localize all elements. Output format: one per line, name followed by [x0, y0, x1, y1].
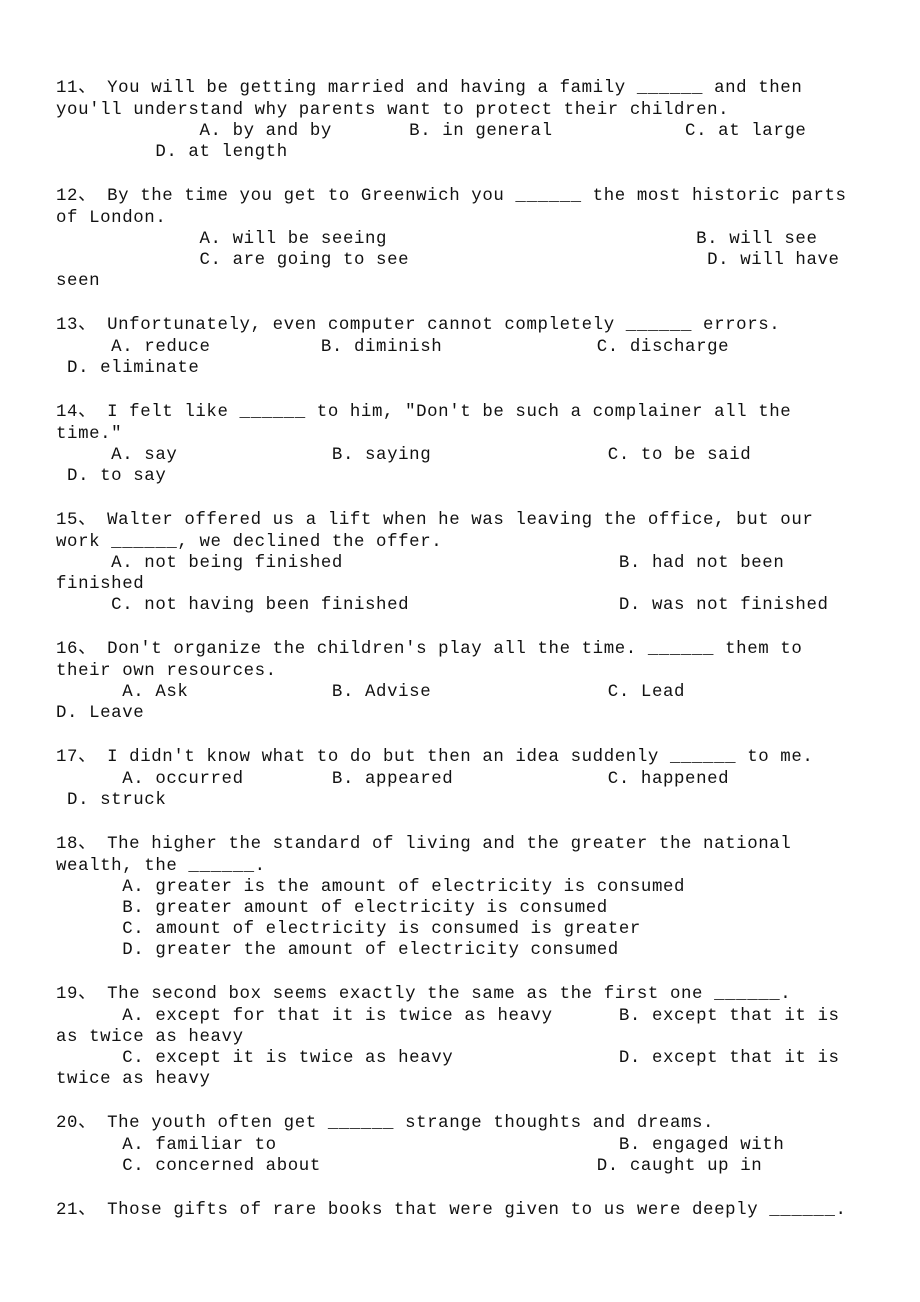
options-line: A. by and by B. in general C. at large — [56, 122, 807, 141]
options-line: D. at length — [56, 143, 288, 162]
question-stem-line: 13、 Unfortunately, even computer cannot … — [56, 316, 781, 335]
question-stem-line: 12、 By the time you get to Greenwich you… — [56, 187, 847, 206]
options-line: seen — [56, 272, 101, 291]
options-line: A. say B. saying C. to be said — [56, 446, 752, 465]
question-stem-line: work ______, we declined the offer. — [56, 533, 443, 552]
options-line: A. greater is the amount of electricity … — [56, 878, 686, 897]
options-line: D. struck — [56, 791, 167, 810]
options-line: as twice as heavy — [56, 1028, 244, 1047]
question-stem-line: 11、 You will be getting married and havi… — [56, 79, 803, 98]
options-line: B. greater amount of electricity is cons… — [56, 899, 608, 918]
options-line: D. to say — [56, 467, 167, 486]
question-stem-line: wealth, the ______. — [56, 857, 266, 876]
question-stem-line: 21、 Those gifts of rare books that were … — [56, 1201, 847, 1220]
question-stem-line: you'll understand why parents want to pr… — [56, 101, 730, 120]
question-stem-line: 19、 The second box seems exactly the sam… — [56, 985, 792, 1004]
question-stem-line: their own resources. — [56, 662, 277, 681]
options-line: twice as heavy — [56, 1070, 211, 1089]
options-line: A. not being finished B. had not been — [56, 554, 785, 573]
options-line: D. greater the amount of electricity con… — [56, 941, 619, 960]
question-stem-line: 16、 Don't organize the children's play a… — [56, 640, 803, 659]
options-line: A. reduce B. diminish C. discharge — [56, 338, 730, 357]
options-line: C. amount of electricity is consumed is … — [56, 920, 641, 939]
question-stem-line: 15、 Walter offered us a lift when he was… — [56, 511, 814, 530]
question-stem-line: 18、 The higher the standard of living an… — [56, 835, 792, 854]
options-line: D. Leave — [56, 704, 145, 723]
options-line: C. except it is twice as heavy D. except… — [56, 1049, 840, 1068]
options-line: finished — [56, 575, 145, 594]
options-line: A. except for that it is twice as heavy … — [56, 1007, 840, 1026]
options-line: A. will be seeing B. will see — [56, 230, 818, 249]
options-line: C. not having been finished D. was not f… — [56, 596, 829, 615]
question-stem-line: time." — [56, 425, 123, 444]
question-stem-line: of London. — [56, 209, 167, 228]
options-line: A. occurred B. appeared C. happened — [56, 770, 730, 789]
question-stem-line: 20、 The youth often get ______ strange t… — [56, 1114, 715, 1133]
question-stem-line: 17、 I didn't know what to do but then an… — [56, 748, 814, 767]
document-page: 11、 You will be getting married and havi… — [0, 0, 920, 1302]
options-line: D. eliminate — [56, 359, 200, 378]
options-line: C. concerned about D. caught up in — [56, 1157, 763, 1176]
options-line: C. are going to see D. will have — [56, 251, 840, 270]
question-stem-line: 14、 I felt like ______ to him, "Don't be… — [56, 403, 792, 422]
options-line: A. familiar to B. engaged with — [56, 1136, 785, 1155]
options-line: A. Ask B. Advise C. Lead — [56, 683, 686, 702]
